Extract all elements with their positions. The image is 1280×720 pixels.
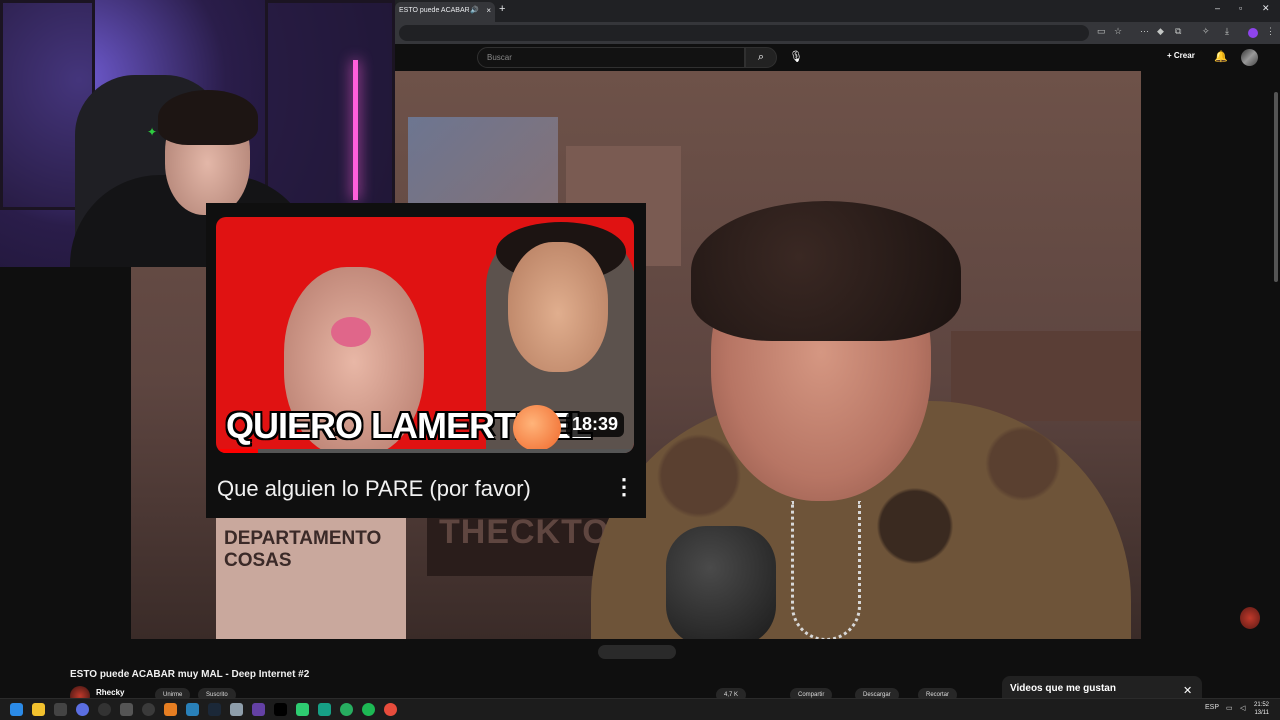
browser-tab[interactable]: ESTO puede ACABAR muy 🔊 × <box>395 2 495 22</box>
create-button[interactable]: + Crear <box>1167 51 1195 60</box>
tab-title: ESTO puede ACABAR muy <box>399 7 469 14</box>
search-button[interactable]: ⌕ <box>745 47 777 68</box>
app-icon[interactable] <box>76 703 89 716</box>
thumbnail-tongue <box>331 317 371 347</box>
watch-progress-fill <box>216 449 258 453</box>
plus-icon: + <box>1167 51 1172 60</box>
player-controls-pill[interactable] <box>598 645 676 659</box>
system-clock[interactable]: 21:52 13/11 <box>1254 701 1269 717</box>
video-title: ESTO puede ACABAR muy MAL - Deep Interne… <box>70 669 310 680</box>
extension-icon[interactable]: ⋯ <box>1140 26 1149 37</box>
reading-list-icon[interactable]: ✧ <box>1202 26 1210 37</box>
file-explorer-icon[interactable] <box>32 703 45 716</box>
clock-date: 13/11 <box>1254 710 1270 716</box>
hair <box>158 90 258 145</box>
video-thumbnail[interactable]: QUIERO LAMERTE EL 18:39 <box>216 217 634 453</box>
necklace <box>791 501 861 639</box>
language-indicator[interactable]: ESP <box>1205 704 1219 711</box>
streamer <box>591 141 1131 639</box>
bookmark-star-icon[interactable]: ☆ <box>1114 26 1122 37</box>
app-icon[interactable] <box>164 703 177 716</box>
microphone <box>666 526 776 639</box>
notifications-bell-icon[interactable]: 🔔 <box>1214 50 1228 63</box>
windows-start-icon[interactable] <box>10 703 23 716</box>
youtube-header: Buscar ⌕ 🎙 + Crear 🔔 <box>395 44 1280 71</box>
screen: ESTO puede ACABAR muy 🔊 × + – ▫ ✕ ▭ ☆ ⋯ … <box>0 0 1280 720</box>
maximize-button[interactable]: ▫ <box>1239 3 1242 13</box>
search-input[interactable]: Buscar <box>477 47 745 68</box>
more-options-icon[interactable]: ⋮ <box>613 476 635 498</box>
razer-logo-icon: ✦ <box>147 125 158 139</box>
steam-icon[interactable] <box>208 703 221 716</box>
duration-badge: 18:39 <box>566 412 625 437</box>
chrome-icon[interactable] <box>384 703 397 716</box>
minimize-button[interactable]: – <box>1215 3 1220 13</box>
video-card[interactable]: QUIERO LAMERTE EL 18:39 Que alguien lo P… <box>206 203 646 518</box>
app-icon[interactable] <box>318 703 331 716</box>
speaker-icon[interactable]: 🔊 <box>470 2 479 20</box>
page-scrollbar[interactable] <box>1272 44 1280 700</box>
app-icon[interactable] <box>340 703 353 716</box>
close-icon[interactable]: ✕ <box>1183 684 1192 697</box>
twitch-icon[interactable] <box>252 703 265 716</box>
profile-icon[interactable] <box>1248 28 1258 38</box>
channel-name[interactable]: Rhecky <box>96 688 124 697</box>
scrollbar-thumb[interactable] <box>1274 92 1278 282</box>
cast-icon[interactable]: ▭ <box>1097 26 1106 37</box>
close-tab-icon[interactable]: × <box>486 2 491 20</box>
browser-menu-icon[interactable]: ⋮ <box>1266 26 1275 37</box>
watch-progress-bar <box>216 449 634 453</box>
microphone-icon[interactable]: 🎙 <box>789 50 803 63</box>
new-tab-button[interactable]: + <box>499 3 505 15</box>
create-label: Crear <box>1173 51 1195 60</box>
thumbnail-face-right <box>508 242 608 372</box>
tiktok-icon[interactable] <box>274 703 287 716</box>
extension-blue-icon[interactable]: ◆ <box>1157 26 1164 37</box>
clock-time: 21:52 <box>1254 702 1270 708</box>
address-bar[interactable] <box>399 25 1089 41</box>
puzzle-icon[interactable]: ⧉ <box>1175 26 1181 37</box>
app-icon[interactable] <box>230 703 243 716</box>
browser-toolbar: ▭ ☆ ⋯ ◆ ⧉ ✧ ⤓ ⋮ <box>395 22 1280 44</box>
download-icon[interactable]: ⤓ <box>1225 26 1229 37</box>
department-sign: DEPARTAMENTO COSAS <box>216 516 406 639</box>
spotify-icon[interactable] <box>362 703 375 716</box>
shelf <box>265 0 395 210</box>
app-icon[interactable] <box>296 703 309 716</box>
peach-icon <box>513 405 561 451</box>
neon-light <box>353 60 358 200</box>
network-icon[interactable]: ▭ <box>1226 704 1233 712</box>
app-icon[interactable] <box>120 703 133 716</box>
liked-videos-title: Videos que me gustan <box>1010 683 1116 694</box>
channel-watermark-icon[interactable] <box>1240 607 1260 629</box>
window-close-button[interactable]: ✕ <box>1262 3 1270 14</box>
app-icon[interactable] <box>98 703 111 716</box>
search-icon: ⌕ <box>757 51 765 63</box>
hair <box>691 201 961 341</box>
app-icon[interactable] <box>142 703 155 716</box>
windows-taskbar: ESP ▭ ◁ 21:52 13/11 <box>0 698 1280 720</box>
video-card-title[interactable]: Que alguien lo PARE (por favor) <box>217 476 531 502</box>
search-icon[interactable] <box>54 703 67 716</box>
department-sign-text: DEPARTAMENTO COSAS <box>224 528 382 571</box>
app-icon[interactable] <box>186 703 199 716</box>
volume-icon[interactable]: ◁ <box>1240 704 1245 712</box>
account-avatar[interactable] <box>1241 49 1258 66</box>
browser-tab-bar: ESTO puede ACABAR muy 🔊 × + – ▫ ✕ <box>395 0 1280 22</box>
